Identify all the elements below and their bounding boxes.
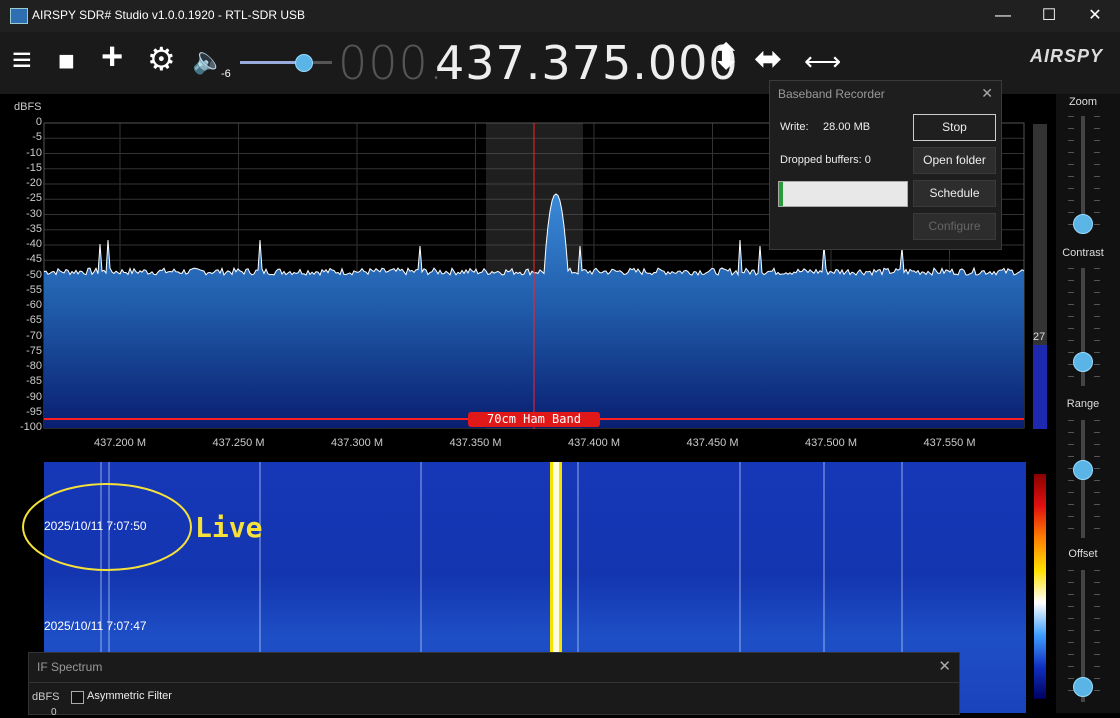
open-folder-button[interactable]: Open folder	[913, 147, 996, 174]
recorder-title: Baseband Recorder	[778, 87, 885, 101]
zoom-ticks	[1094, 116, 1100, 234]
range-ticks	[1094, 420, 1100, 538]
if-unit-label: dBFS	[32, 691, 60, 703]
contrast-label: Contrast	[1062, 247, 1104, 259]
offset-ticks	[1094, 570, 1100, 702]
offset-slider-knob[interactable]	[1073, 677, 1093, 697]
volume-level: -6	[221, 68, 231, 80]
waterfall-timestamp: 2025/10/11 7:07:47	[44, 619, 147, 633]
app-icon	[10, 8, 28, 24]
frequency-leading-digits[interactable]: 000.	[338, 36, 444, 90]
live-annotation: Live	[195, 511, 263, 544]
close-button[interactable]: ✕	[1072, 4, 1118, 28]
asymmetric-filter-checkbox[interactable]	[71, 691, 84, 704]
live-annotation-ellipse	[22, 483, 192, 571]
if-divider	[29, 682, 959, 683]
tuning-leftright-icon[interactable]: ⬌	[754, 42, 783, 76]
span-icon[interactable]: ⟷	[804, 46, 841, 76]
range-label: Range	[1066, 398, 1100, 410]
level-value: 27	[1033, 331, 1046, 343]
window-title: AIRSPY SDR# Studio v1.0.0.1920 - RTL-SDR…	[32, 8, 306, 22]
recorder-close-icon[interactable]: ✕	[981, 85, 993, 102]
display-sidebar: Zoom Contrast Range Offset	[1056, 94, 1120, 713]
color-scale	[1034, 474, 1046, 699]
baseband-recorder-panel: Baseband Recorder ✕ Write: 28.00 MB Drop…	[769, 80, 1002, 250]
zoom-ticks	[1068, 116, 1074, 234]
title-bar: AIRSPY SDR# Studio v1.0.0.1920 - RTL-SDR…	[0, 0, 1120, 32]
stop-icon[interactable]: ■	[58, 46, 75, 76]
recording-progress	[778, 181, 908, 207]
frequency-display[interactable]: 437.375.000	[435, 36, 739, 90]
if-spectrum-title: IF Spectrum	[37, 660, 103, 674]
tuning-updown-icon[interactable]: ⬍	[711, 39, 741, 75]
if-spectrum-close-icon[interactable]: ✕	[938, 657, 951, 675]
contrast-slider-knob[interactable]	[1073, 352, 1093, 372]
schedule-button[interactable]: Schedule	[913, 180, 996, 207]
volume-slider-fill	[240, 61, 303, 64]
dropped-buffers: Dropped buffers: 0	[780, 154, 871, 166]
level-meter	[1033, 124, 1047, 429]
configure-button[interactable]: Configure	[913, 213, 996, 240]
zoom-slider-knob[interactable]	[1073, 214, 1093, 234]
airspy-logo: AIRSPY	[1030, 46, 1104, 66]
volume-slider-knob[interactable]	[294, 54, 313, 72]
stop-button[interactable]: Stop	[913, 114, 996, 141]
volume-icon[interactable]: 🔈	[192, 45, 224, 75]
contrast-ticks	[1094, 268, 1100, 386]
write-label: Write:	[780, 121, 809, 133]
volume-slider[interactable]	[240, 54, 332, 72]
band-label: 70cm Ham Band	[487, 412, 581, 426]
minimize-button[interactable]: —	[980, 4, 1026, 28]
add-icon[interactable]: +	[101, 38, 123, 76]
recording-progress-fill	[779, 182, 783, 206]
menu-icon[interactable]: ≡	[12, 43, 32, 77]
write-value: 28.00 MB	[823, 121, 871, 133]
maximize-button[interactable]: ☐	[1026, 4, 1072, 28]
zoom-label: Zoom	[1068, 96, 1098, 108]
contrast-ticks	[1068, 268, 1074, 386]
range-ticks	[1068, 420, 1074, 538]
if-spectrum-panel: IF Spectrum ✕ dBFS Asymmetric Filter 0	[28, 652, 960, 718]
range-slider-knob[interactable]	[1073, 460, 1093, 480]
settings-icon[interactable]: ⚙	[147, 43, 176, 75]
offset-label: Offset	[1068, 548, 1098, 560]
level-meter-fill	[1033, 345, 1047, 429]
asymmetric-filter-label: Asymmetric Filter	[87, 690, 172, 702]
